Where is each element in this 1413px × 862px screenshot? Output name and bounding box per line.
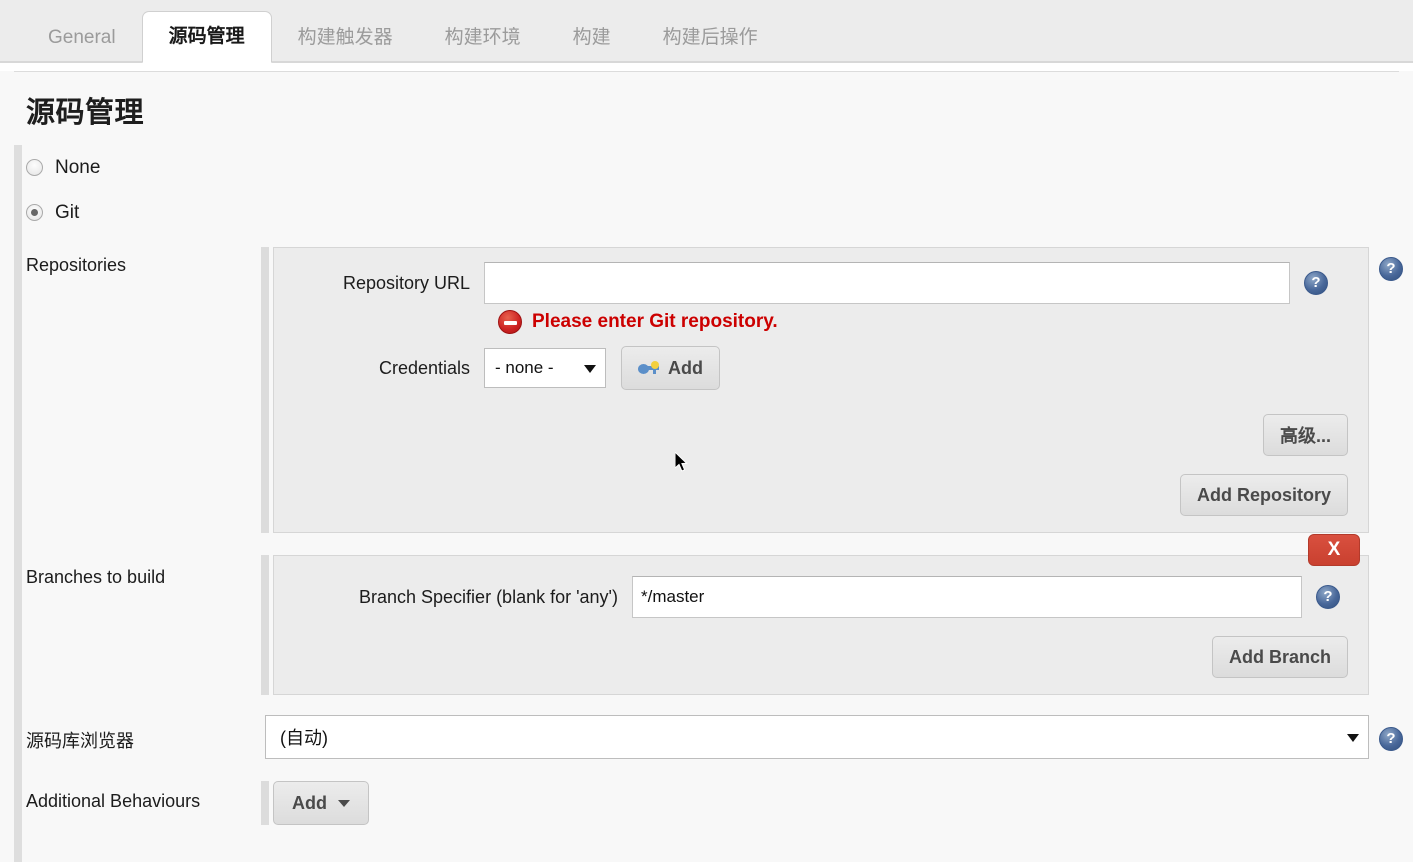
repository-url-help-icon[interactable] xyxy=(1304,271,1328,295)
scm-option-git[interactable]: Git xyxy=(0,190,1413,235)
repository-url-input[interactable] xyxy=(484,262,1290,304)
branch-specifier-field: Branch Specifier (blank for 'any') xyxy=(294,576,1348,618)
radio-none[interactable] xyxy=(26,159,43,176)
scm-option-none-label: None xyxy=(55,156,101,178)
scm-option-none[interactable]: None xyxy=(0,145,1413,190)
credentials-select[interactable]: - none - xyxy=(484,348,606,388)
repository-browser-row: 源码库浏览器 (自动) xyxy=(0,695,1413,763)
tab-build[interactable]: 构建 xyxy=(547,13,637,63)
credentials-selected-value: - none - xyxy=(495,358,554,377)
add-repository-button[interactable]: Add Repository xyxy=(1179,474,1348,516)
additional-behaviours-add-label: Add xyxy=(292,792,327,813)
tab-build-triggers[interactable]: 构建触发器 xyxy=(272,13,419,63)
branch-specifier-input[interactable] xyxy=(632,576,1302,618)
credentials-add-label: Add xyxy=(668,357,703,378)
drag-handle[interactable] xyxy=(14,695,22,763)
repository-url-label: Repository URL xyxy=(342,272,470,293)
additional-behaviours-row: Additional Behaviours Add xyxy=(0,759,1413,862)
repositories-help-icon[interactable] xyxy=(1379,257,1403,281)
chevron-down-icon xyxy=(338,799,350,807)
branch-specifier-help-icon[interactable] xyxy=(1316,585,1340,609)
advanced-button[interactable]: 高级... xyxy=(1262,414,1348,456)
scm-radio-group: None Git xyxy=(0,145,1413,235)
tab-general[interactable]: General xyxy=(22,13,142,63)
branches-panel: X Branch Specifier (blank for 'any') Add… xyxy=(273,534,1369,695)
advanced-button-row: 高级... xyxy=(294,414,1348,456)
repositories-panel: Repository URL Please enter Git reposito… xyxy=(273,247,1369,533)
add-branch-button-row: Add Branch xyxy=(294,636,1348,678)
panel-drag-handle[interactable] xyxy=(261,555,269,695)
tab-source-code-management[interactable]: 源码管理 xyxy=(141,11,272,63)
repositories-row: Repositories Repository URL Please enter… xyxy=(0,235,1413,535)
drag-handle[interactable] xyxy=(14,533,22,697)
chevron-down-icon xyxy=(1347,734,1359,742)
branch-specifier-label: Branch Specifier (blank for 'any') xyxy=(359,586,618,607)
credentials-add-button[interactable]: Add xyxy=(621,346,720,390)
branches-help-col xyxy=(1369,555,1413,695)
additional-behaviours-add-button[interactable]: Add xyxy=(273,781,369,825)
repository-browser-select[interactable]: (自动) xyxy=(265,715,1369,759)
repository-browser-selected-value: (自动) xyxy=(280,728,328,748)
key-icon xyxy=(638,361,660,375)
drag-handle[interactable] xyxy=(14,190,22,235)
repository-url-field: Repository URL xyxy=(294,262,1348,304)
drag-handle[interactable] xyxy=(14,759,22,862)
repository-url-error: Please enter Git repository. xyxy=(498,310,1348,334)
page-title: 源码管理 xyxy=(26,97,145,129)
drag-handle[interactable] xyxy=(14,145,22,190)
scm-option-git-label: Git xyxy=(55,201,80,223)
branches-to-build-label: Branches to build xyxy=(26,567,166,587)
panel-drag-handle[interactable] xyxy=(261,247,269,533)
add-branch-button[interactable]: Add Branch xyxy=(1211,636,1348,678)
tab-build-environment[interactable]: 构建环境 xyxy=(419,13,547,63)
drag-handle[interactable] xyxy=(14,235,22,535)
error-circle-icon xyxy=(498,310,522,334)
add-repository-button-row: Add Repository xyxy=(294,474,1348,516)
config-page: 源码管理 None Git Repositories Repository UR… xyxy=(0,71,1413,862)
credentials-field: Credentials - none - Add xyxy=(294,346,1348,390)
panel-drag-handle[interactable] xyxy=(261,781,269,825)
repository-browser-help-col xyxy=(1369,715,1413,759)
repository-url-error-text: Please enter Git repository. xyxy=(532,311,778,332)
repositories-label: Repositories xyxy=(26,255,127,275)
branches-to-build-row: Branches to build X Branch Specifier (bl… xyxy=(0,533,1413,697)
radio-git[interactable] xyxy=(26,204,43,221)
additional-behaviours-label: Additional Behaviours xyxy=(26,791,201,811)
repositories-help-col xyxy=(1369,247,1413,533)
config-tab-bar: General 源码管理 构建触发器 构建环境 构建 构建后操作 xyxy=(0,0,1413,63)
chevron-down-icon xyxy=(584,365,596,373)
delete-branch-button[interactable]: X xyxy=(1308,534,1360,566)
repository-browser-label: 源码库浏览器 xyxy=(26,731,134,751)
credentials-label: Credentials xyxy=(378,357,470,378)
tab-post-build-actions[interactable]: 构建后操作 xyxy=(637,13,784,63)
repository-browser-help-icon[interactable] xyxy=(1379,727,1403,751)
